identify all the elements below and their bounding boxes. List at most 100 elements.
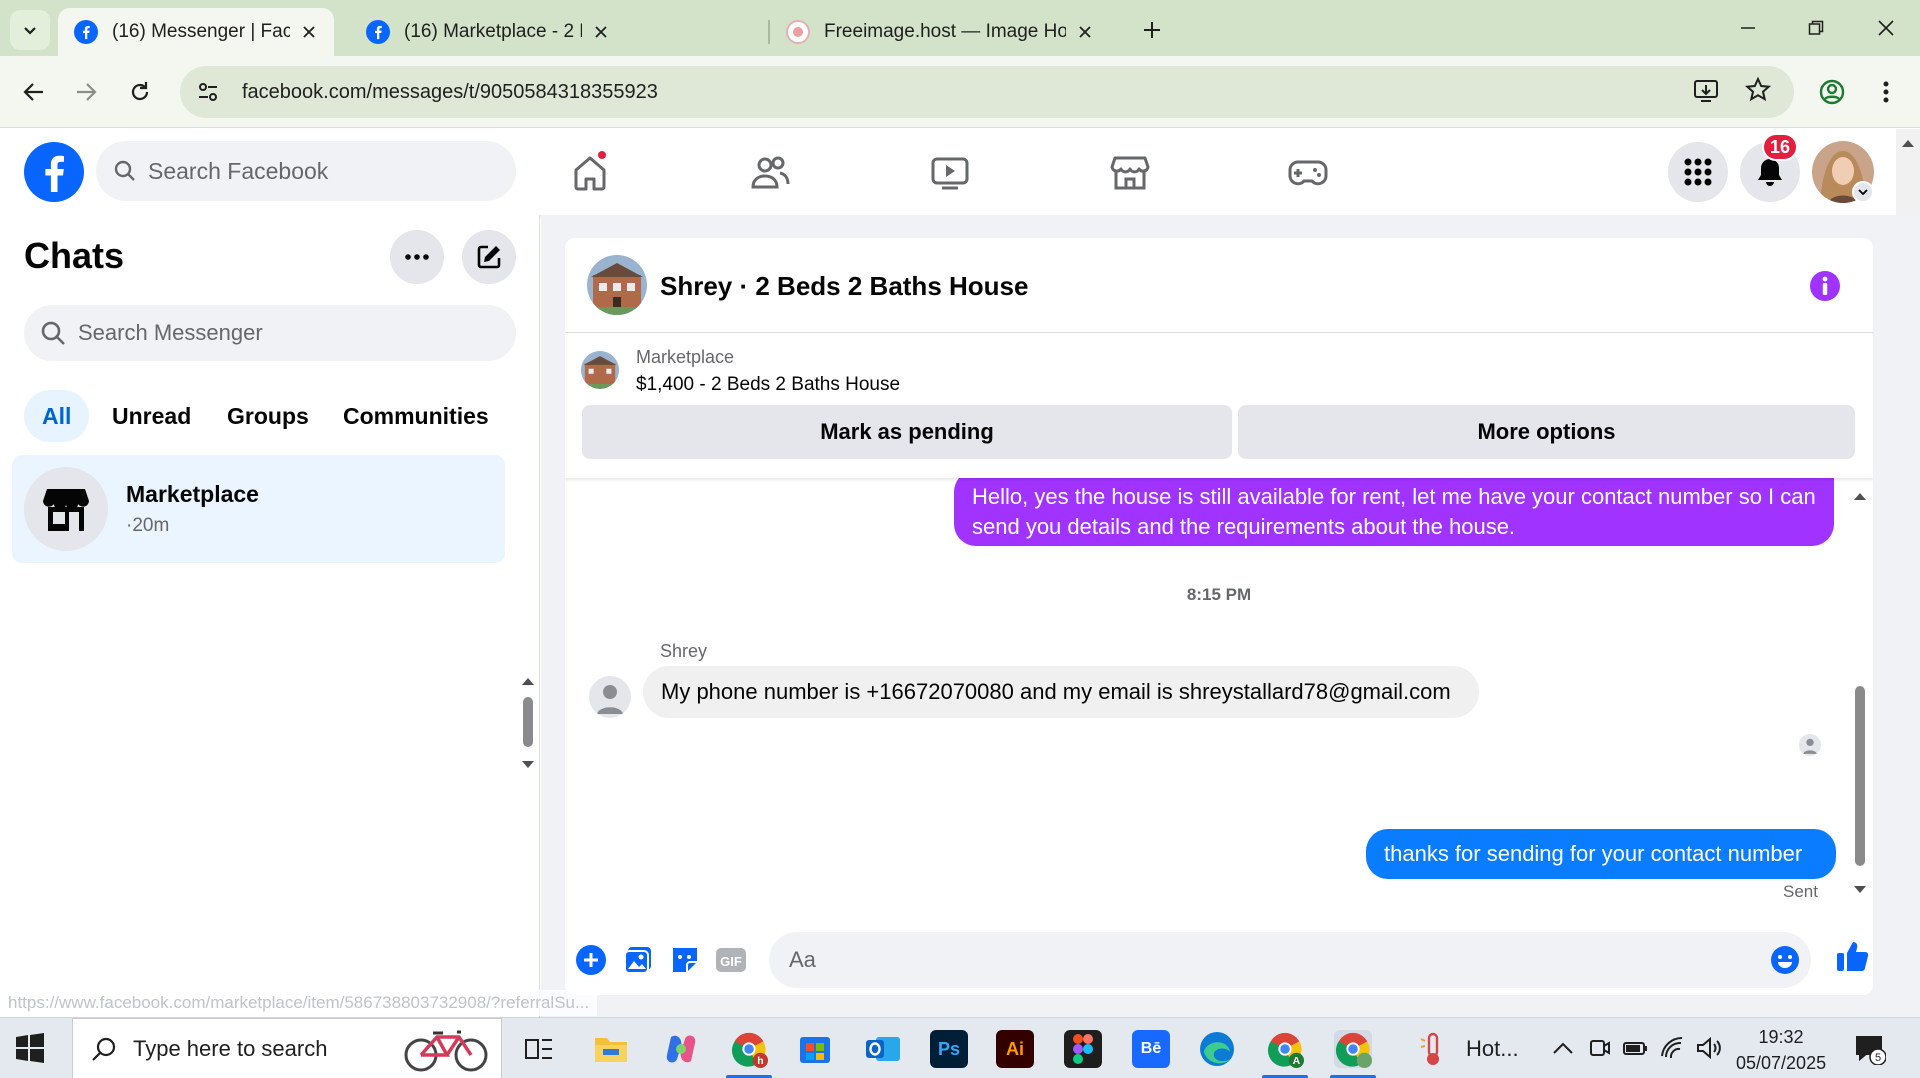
listing-thumbnail[interactable] <box>581 351 619 389</box>
message-input[interactable]: Aa <box>769 932 1811 988</box>
outgoing-message[interactable]: thanks for sending for your contact numb… <box>1366 829 1836 879</box>
facebook-logo-icon[interactable] <box>24 142 84 202</box>
meet-icon[interactable] <box>1588 1036 1612 1060</box>
edge-icon[interactable] <box>1198 1030 1236 1068</box>
restore-button[interactable] <box>1786 8 1846 48</box>
battery-icon[interactable] <box>1622 1038 1648 1058</box>
incoming-message[interactable]: My phone number is +16672070080 and my e… <box>643 666 1479 718</box>
nav-video[interactable] <box>926 149 974 197</box>
plus-circle-icon[interactable] <box>575 944 607 976</box>
new-tab-button[interactable] <box>1136 14 1168 46</box>
listing-title[interactable]: $1,400 - 2 Beds 2 Baths House <box>636 374 900 396</box>
nav-gaming[interactable] <box>1284 149 1332 197</box>
reload-button[interactable] <box>118 70 162 114</box>
outlook-icon[interactable] <box>864 1030 902 1068</box>
gif-icon[interactable]: GIF <box>715 944 747 976</box>
sticker-icon[interactable] <box>669 944 701 976</box>
svg-text:h: h <box>757 1056 763 1067</box>
microsoft-store-icon[interactable] <box>796 1030 834 1068</box>
install-app-icon[interactable] <box>1692 76 1722 106</box>
task-view-icon[interactable] <box>520 1030 558 1068</box>
chrome-profile-icon[interactable] <box>1334 1030 1372 1068</box>
facebook-icon <box>366 20 390 44</box>
nav-home[interactable] <box>566 149 614 197</box>
notification-center-button[interactable]: 5 <box>1854 1033 1887 1066</box>
marketplace-label: Marketplace <box>636 347 735 367</box>
taskbar-search-input[interactable]: Type here to search <box>72 1018 502 1078</box>
profile-icon <box>1819 79 1845 105</box>
copilot-icon[interactable] <box>662 1030 700 1068</box>
forward-button[interactable] <box>64 70 108 114</box>
message-status: Sent <box>1783 882 1818 901</box>
behance-icon[interactable]: Bē <box>1132 1030 1170 1068</box>
chevron-down-icon <box>24 27 36 35</box>
tab-freeimage[interactable]: Freeimage.host — Image Hostir <box>770 8 1110 56</box>
chrome-profile-h-icon[interactable]: h <box>730 1030 768 1068</box>
nav-friends[interactable] <box>746 149 794 197</box>
emoji-icon[interactable] <box>1769 944 1801 976</box>
clock-date: 05/07/2025 <box>1736 1053 1827 1073</box>
photoshop-icon[interactable]: Ps <box>930 1030 968 1068</box>
close-icon[interactable] <box>590 21 612 43</box>
chat-list-item[interactable]: Marketplace ·20m <box>12 455 505 563</box>
conversation-avatar[interactable] <box>587 255 647 315</box>
thumbs-up-icon[interactable] <box>1835 938 1871 974</box>
facebook-search-input[interactable]: Search Facebook <box>96 141 516 201</box>
conversation-title[interactable]: Shrey · 2 Beds 2 Baths House <box>660 271 1028 302</box>
nav-marketplace[interactable] <box>1106 149 1154 197</box>
browser-menu-button[interactable] <box>1864 70 1908 114</box>
sender-avatar[interactable] <box>589 676 631 718</box>
illustrator-icon[interactable]: Ai <box>996 1030 1034 1068</box>
chrome-profile-a-icon[interactable]: A <box>1266 1030 1304 1068</box>
browser-tab-bar: (16) Messenger | Facebook (16) Marketpla… <box>0 0 1920 56</box>
tab-marketplace[interactable]: (16) Marketplace - 2 Beds 2 Bat <box>350 8 626 56</box>
close-icon[interactable] <box>298 21 320 43</box>
back-button[interactable] <box>12 70 56 114</box>
filter-groups[interactable]: Groups <box>209 390 327 442</box>
gif-label: GIF <box>720 954 742 969</box>
message-composer: GIF Aa <box>565 918 1873 995</box>
gallery-icon[interactable] <box>622 944 654 976</box>
seen-indicator-avatar <box>1799 734 1821 756</box>
mark-as-pending-button[interactable]: Mark as pending <box>582 405 1232 459</box>
profile-button[interactable] <box>1810 70 1854 114</box>
wifi-icon[interactable] <box>1660 1036 1686 1060</box>
messenger-search-input[interactable]: Search Messenger <box>24 305 516 361</box>
minimize-icon <box>1741 27 1755 29</box>
system-clock[interactable]: 19:32 05/07/2025 <box>1736 1024 1826 1076</box>
windows-start-icon[interactable] <box>14 1032 46 1064</box>
more-options-button[interactable]: More options <box>1238 405 1855 459</box>
message-icon: 5 <box>1856 1036 1887 1066</box>
weather-hot-icon[interactable] <box>1414 1030 1452 1068</box>
tab-search-button[interactable] <box>10 10 50 50</box>
figma-icon[interactable] <box>1064 1030 1102 1068</box>
close-icon[interactable] <box>1074 21 1096 43</box>
weather-label[interactable]: Hot... <box>1466 1036 1519 1062</box>
site-info-icon[interactable] <box>188 72 228 112</box>
conversation-scrollbar[interactable] <box>1851 486 1869 901</box>
freeimage-icon <box>786 20 810 44</box>
chats-options-button[interactable] <box>390 230 444 284</box>
windows-taskbar: Type here to search h Ps Ai Bē A Hot... … <box>0 1017 1920 1078</box>
volume-icon[interactable] <box>1696 1036 1722 1060</box>
url-text[interactable]: facebook.com/messages/t/9050584318355923 <box>242 81 658 104</box>
search-placeholder: Search Facebook <box>148 157 329 184</box>
filter-all[interactable]: All <box>24 390 90 442</box>
file-explorer-icon[interactable] <box>592 1030 630 1068</box>
filter-communities[interactable]: Communities <box>325 390 507 442</box>
tab-title: (16) Marketplace - 2 Beds 2 Bat <box>404 21 582 42</box>
account-chevron-icon[interactable] <box>1852 181 1874 203</box>
minimize-button[interactable] <box>1718 8 1778 48</box>
chat-list-scrollbar[interactable] <box>520 673 536 773</box>
tab-messenger[interactable]: (16) Messenger | Facebook <box>58 8 334 56</box>
menu-button[interactable] <box>1668 142 1728 202</box>
window-close-button[interactable] <box>1856 8 1916 48</box>
info-icon[interactable] <box>1809 270 1841 302</box>
outgoing-message[interactable]: Hello, yes the house is still available … <box>954 470 1834 546</box>
browser-toolbar: facebook.com/messages/t/9050584318355923 <box>0 56 1920 128</box>
address-bar[interactable]: facebook.com/messages/t/9050584318355923 <box>180 66 1794 118</box>
new-message-button[interactable] <box>462 230 516 284</box>
filter-unread[interactable]: Unread <box>94 390 209 442</box>
chevron-up-icon[interactable] <box>1552 1040 1574 1056</box>
bookmark-star-icon[interactable] <box>1744 76 1772 104</box>
